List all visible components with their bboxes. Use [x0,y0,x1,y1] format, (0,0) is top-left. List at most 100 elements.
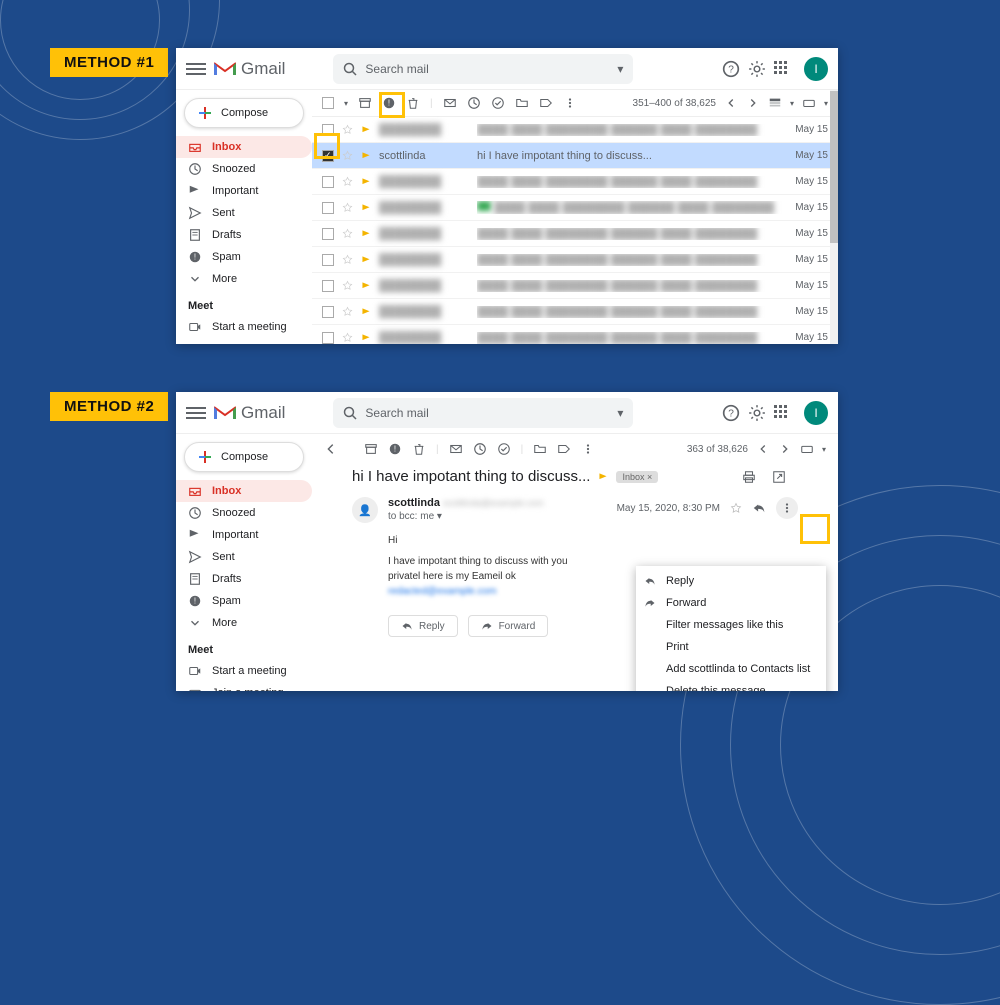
important-flag-icon[interactable] [361,307,371,317]
to-line[interactable]: to bcc: me ▾ [388,511,544,522]
start-meeting-item[interactable]: Start a meeting [176,660,312,682]
more-actions-icon[interactable] [581,442,595,456]
message-checkbox[interactable] [322,202,334,214]
density-icon[interactable] [768,96,782,110]
message-checkbox[interactable] [322,306,334,318]
important-flag-icon[interactable] [361,255,371,265]
report-spam-icon[interactable] [388,442,402,456]
sidebar-item-spam[interactable]: Spam [176,590,312,612]
star-icon[interactable] [342,150,353,161]
help-icon[interactable] [722,60,740,78]
reply-icon[interactable] [752,501,766,515]
search-dropdown-icon[interactable]: ▾ [617,62,623,76]
ctx-reply[interactable]: Reply [636,570,826,592]
help-icon[interactable] [722,404,740,422]
message-row[interactable]: ████████ ████ ████ ████████ ██████ ████ … [312,325,838,344]
sidebar-item-sent[interactable]: Sent [176,546,312,568]
open-new-window-icon[interactable] [772,470,786,484]
search-input[interactable]: Search mail ▾ [333,54,633,84]
sidebar-item-snoozed[interactable]: Snoozed [176,158,312,180]
account-avatar[interactable]: I [804,401,828,425]
settings-gear-icon[interactable] [748,60,766,78]
gmail-logo[interactable]: Gmail [214,59,285,79]
hamburger-menu-icon[interactable] [186,407,206,419]
sidebar-item-inbox[interactable]: Inbox [176,480,312,502]
message-checkbox[interactable] [322,280,334,292]
forward-button[interactable]: Forward [468,615,549,637]
add-task-icon[interactable] [497,442,511,456]
ctx-delete[interactable]: Delete this message [636,680,826,691]
move-to-icon[interactable] [515,96,529,110]
ctx-addcontact[interactable]: Add scottlinda to Contacts list [636,658,826,680]
ctx-filter[interactable]: Filter messages like this [636,614,826,636]
important-flag-icon[interactable] [361,151,371,161]
star-icon[interactable] [342,228,353,239]
message-checkbox[interactable] [322,176,334,188]
sidebar-item-drafts[interactable]: Drafts [176,568,312,590]
ctx-forward[interactable]: Forward [636,592,826,614]
message-checkbox[interactable] [322,124,334,136]
gmail-logo[interactable]: Gmail [214,403,285,423]
important-flag-icon[interactable] [361,281,371,291]
sidebar-item-more[interactable]: More [176,268,312,290]
message-checkbox[interactable] [322,332,334,344]
sidebar-item-spam[interactable]: Spam [176,246,312,268]
important-flag-icon[interactable] [361,177,371,187]
account-avatar[interactable]: I [804,57,828,81]
print-icon[interactable] [742,470,756,484]
hamburger-menu-icon[interactable] [186,63,206,75]
important-flag-icon[interactable] [361,333,371,343]
select-dropdown-icon[interactable]: ▾ [344,99,348,108]
star-icon[interactable] [342,176,353,187]
star-icon[interactable] [342,306,353,317]
star-icon[interactable] [730,502,742,514]
important-flag-icon[interactable] [361,203,371,213]
move-to-icon[interactable] [533,442,547,456]
important-flag-icon[interactable] [361,125,371,135]
apps-grid-icon[interactable] [774,61,790,77]
message-row[interactable]: ████████ ████ ████ ████████ ██████ ████ … [312,117,838,143]
report-spam-icon[interactable] [382,96,396,110]
message-row[interactable]: ████████ ████ ████ ████████ ██████ ████ … [312,299,838,325]
keyboard-icon[interactable] [802,96,816,110]
important-flag-icon[interactable] [598,472,608,482]
settings-gear-icon[interactable] [748,404,766,422]
sidebar-item-important[interactable]: Important [176,524,312,546]
message-row[interactable]: ████████ ████ ████ ████████ ██████ ████ … [312,221,838,247]
message-row[interactable]: ████████ ████ ████ ████████ ██████ ████ … [312,169,838,195]
next-page-icon[interactable] [746,96,760,110]
important-flag-icon[interactable] [361,229,371,239]
compose-button[interactable]: Compose [184,442,304,472]
keyboard-icon[interactable] [800,442,814,456]
sidebar-item-snoozed[interactable]: Snoozed [176,502,312,524]
mark-unread-icon[interactable] [449,442,463,456]
snooze-icon[interactable] [473,442,487,456]
select-all-checkbox[interactable] [322,97,334,109]
message-row[interactable]: ████████ ████ ████ ████████ ██████ ████ … [312,195,838,221]
snooze-icon[interactable] [467,96,481,110]
labels-icon[interactable] [557,442,571,456]
apps-grid-icon[interactable] [774,405,790,421]
message-checkbox[interactable] [322,228,334,240]
sidebar-item-more[interactable]: More [176,612,312,634]
message-checkbox[interactable] [322,254,334,266]
message-checkbox[interactable] [322,150,334,162]
prev-msg-icon[interactable] [756,442,770,456]
add-task-icon[interactable] [491,96,505,110]
sidebar-item-important[interactable]: Important [176,180,312,202]
start-meeting-item[interactable]: Start a meeting [176,316,312,338]
message-row[interactable]: ████████ ████ ████ ████████ ██████ ████ … [312,247,838,273]
join-meeting-item[interactable]: Join a meeting [176,682,312,691]
star-icon[interactable] [342,332,353,343]
inbox-label-chip[interactable]: Inbox × [616,471,658,483]
sidebar-item-inbox[interactable]: Inbox [176,136,312,158]
archive-icon[interactable] [364,442,378,456]
mark-read-icon[interactable] [443,96,457,110]
sidebar-item-sent[interactable]: Sent [176,202,312,224]
search-input[interactable]: Search mail ▾ [333,398,633,428]
ctx-print[interactable]: Print [636,636,826,658]
compose-button[interactable]: Compose [184,98,304,128]
scrollbar[interactable] [830,90,838,344]
star-icon[interactable] [342,124,353,135]
message-row[interactable]: ████████ ████ ████ ████████ ██████ ████ … [312,273,838,299]
